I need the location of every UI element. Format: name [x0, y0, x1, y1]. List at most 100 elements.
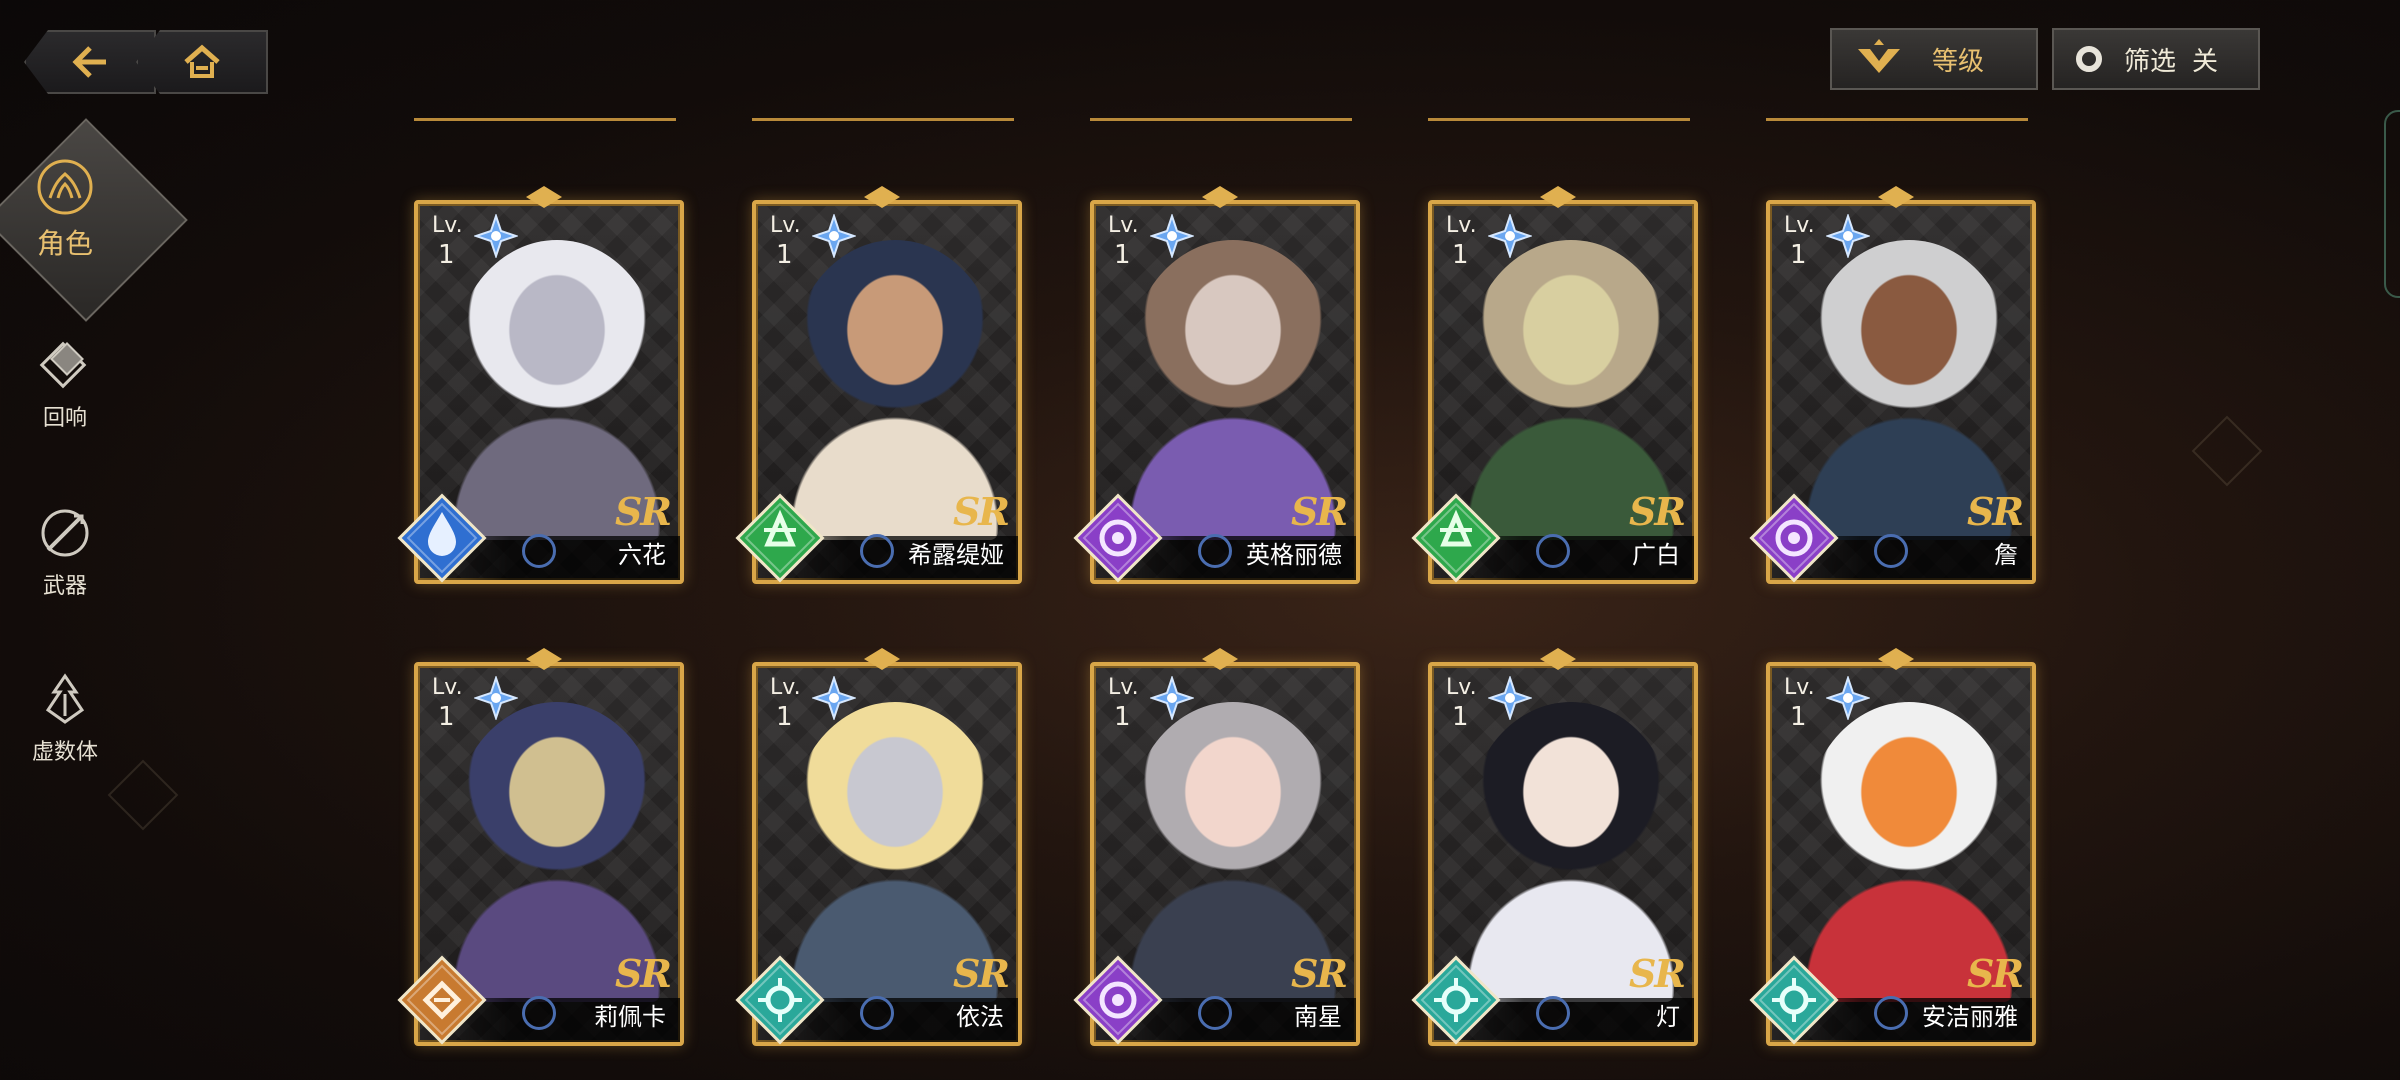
resonance-ring-icon: [1536, 996, 1570, 1030]
level-prefix: Lv.: [770, 675, 801, 700]
rarity-badge: SR: [1628, 951, 1686, 996]
level-star-icon: [1826, 214, 1870, 258]
character-card[interactable]: Lv. 1 SR 英格丽德: [1073, 186, 1360, 584]
level-prefix: Lv.: [1108, 675, 1139, 700]
sidebar-label-character: 角色: [36, 227, 93, 260]
frame-ornament-icon: [1540, 186, 1576, 208]
sort-label: 等级: [1932, 46, 1985, 77]
level-value: 1: [438, 702, 455, 732]
element-light-icon: [735, 955, 825, 1045]
character-card[interactable]: Lv. 1 SR 莉佩卡: [397, 648, 684, 1046]
echo-icon: [39, 341, 87, 389]
level-star-icon: [474, 676, 518, 720]
element-void-icon: [1749, 493, 1839, 583]
character-card[interactable]: Lv. 1 SR 希露缇娅: [735, 186, 1022, 584]
home-icon: [184, 44, 220, 78]
back-arrow-icon: [72, 46, 106, 78]
rarity-badge: SR: [1966, 951, 2024, 996]
rarity-badge: SR: [614, 489, 672, 534]
element-light-icon: [1411, 955, 1501, 1045]
level-prefix: Lv.: [770, 213, 801, 238]
resonance-ring-icon: [1198, 534, 1232, 568]
element-earth-icon: [397, 955, 487, 1045]
level-prefix: Lv.: [432, 213, 463, 238]
level-prefix: Lv.: [1784, 213, 1815, 238]
level-prefix: Lv.: [1446, 213, 1477, 238]
sidebar-label-weapon: 武器: [42, 574, 87, 599]
level-value: 1: [1114, 702, 1131, 732]
sidebar-item-character[interactable]: 角色: [20, 158, 110, 262]
right-edge-tab: [2384, 110, 2400, 298]
rarity-badge: SR: [1290, 951, 1348, 996]
level-star-icon: [1826, 676, 1870, 720]
frame-ornament-icon: [1540, 648, 1576, 670]
level-value: 1: [776, 702, 793, 732]
element-void-icon: [1073, 493, 1163, 583]
character-name: 詹: [1994, 541, 2018, 569]
level-star-icon: [812, 676, 856, 720]
level-value: 1: [776, 240, 793, 270]
frame-ornament-icon: [526, 648, 562, 670]
level-prefix: Lv.: [432, 675, 463, 700]
rarity-badge: SR: [1966, 489, 2024, 534]
resonance-ring-icon: [1874, 996, 1908, 1030]
filter-state: 关: [2192, 46, 2219, 77]
character-card[interactable]: Lv. 1 SR 依法: [735, 648, 1022, 1046]
character-card[interactable]: Lv. 1 SR 广白: [1411, 186, 1698, 584]
character-name: 希露缇娅: [908, 541, 1004, 569]
resonance-ring-icon: [860, 996, 894, 1030]
level-value: 1: [1452, 702, 1469, 732]
sidebar-item-weapon[interactable]: 武器: [20, 504, 110, 600]
partial-card-strip: [414, 118, 676, 151]
element-wind-icon: [1411, 493, 1501, 583]
sort-by-level-button[interactable]: 等级: [1830, 28, 2038, 90]
home-button[interactable]: [136, 30, 268, 94]
resonance-ring-icon: [522, 534, 556, 568]
frame-ornament-icon: [864, 186, 900, 208]
sidebar-item-echo[interactable]: 回响: [20, 336, 110, 432]
character-card[interactable]: Lv. 1 SR 詹: [1749, 186, 2036, 584]
character-card[interactable]: Lv. 1 SR 六花: [397, 186, 684, 584]
character-card[interactable]: Lv. 1 SR 灯: [1411, 648, 1698, 1046]
character-name: 莉佩卡: [594, 1003, 666, 1031]
character-name: 依法: [956, 1003, 1004, 1031]
frame-ornament-icon: [526, 186, 562, 208]
partial-card-strip: [752, 118, 1014, 151]
sidebar-label-echo: 回响: [42, 406, 87, 431]
partial-card-strip: [1428, 118, 1690, 151]
resonance-ring-icon: [1198, 996, 1232, 1030]
filter-label: 筛选: [2124, 46, 2177, 77]
frame-ornament-icon: [1878, 186, 1914, 208]
level-prefix: Lv.: [1108, 213, 1139, 238]
character-card[interactable]: Lv. 1 SR 安洁丽雅: [1749, 648, 2036, 1046]
filter-circle-icon: [2076, 46, 2102, 72]
level-value: 1: [1790, 702, 1807, 732]
character-card[interactable]: Lv. 1 SR 南星: [1073, 648, 1360, 1046]
level-value: 1: [1790, 240, 1807, 270]
imaginary-icon: [45, 673, 85, 724]
partial-card-strip: [1766, 118, 2028, 151]
resonance-ring-icon: [860, 534, 894, 568]
frame-ornament-icon: [864, 648, 900, 670]
character-name: 灯: [1656, 1003, 1680, 1031]
character-name: 广白: [1632, 541, 1680, 569]
character-name: 南星: [1294, 1003, 1342, 1031]
element-light-icon: [1749, 955, 1839, 1045]
level-star-icon: [1488, 214, 1532, 258]
filter-toggle[interactable]: 筛选 关: [2052, 28, 2260, 90]
character-name: 英格丽德: [1246, 541, 1342, 569]
character-name: 安洁丽雅: [1922, 1003, 2018, 1031]
rarity-badge: SR: [1290, 489, 1348, 534]
character-name: 六花: [618, 541, 666, 569]
frame-ornament-icon: [1878, 648, 1914, 670]
element-wind-icon: [735, 493, 825, 583]
level-value: 1: [438, 240, 455, 270]
level-star-icon: [1488, 676, 1532, 720]
level-prefix: Lv.: [1784, 675, 1815, 700]
sidebar-item-imaginary[interactable]: 虚数体: [20, 670, 110, 766]
character-icon: [37, 159, 93, 215]
decor-diamond: [2191, 415, 2263, 487]
frame-ornament-icon: [1202, 186, 1238, 208]
weapon-icon: [41, 509, 89, 557]
partial-card-strip: [1090, 118, 1352, 151]
